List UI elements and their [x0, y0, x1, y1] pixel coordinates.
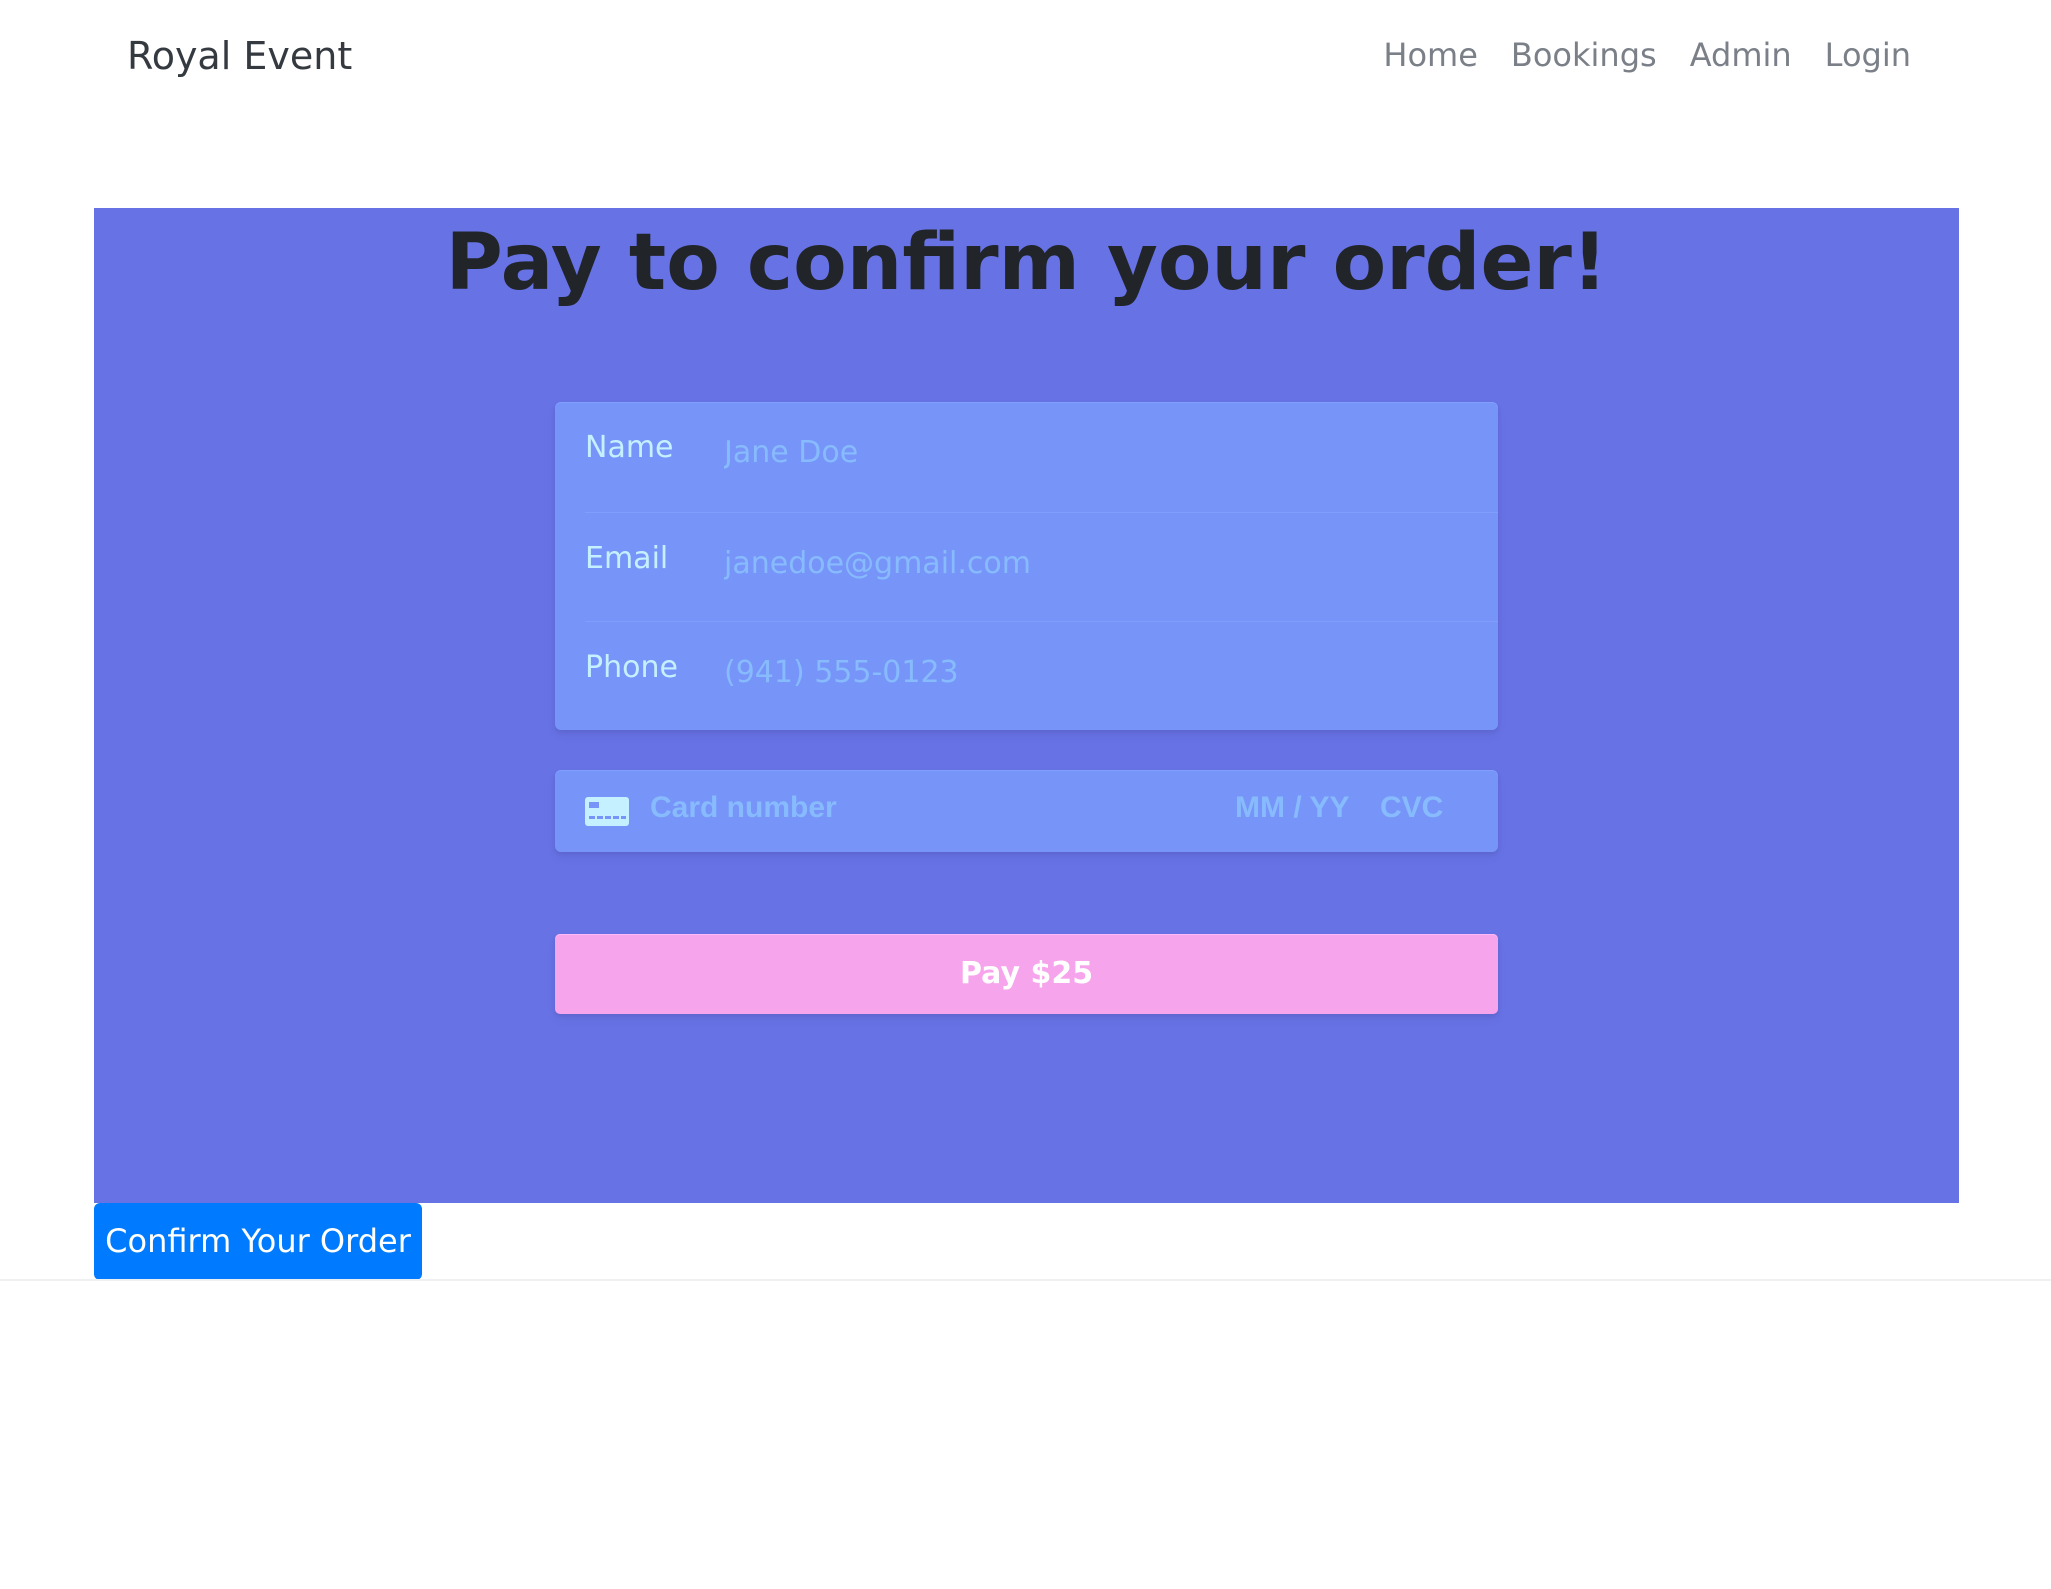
email-input[interactable] [724, 541, 1464, 585]
nav-link-bookings[interactable]: Bookings [1511, 36, 1657, 74]
page-title: Pay to confirm your order! [445, 218, 1608, 308]
nav-link-login[interactable]: Login [1825, 36, 1911, 74]
nav-link-admin[interactable]: Admin [1690, 36, 1792, 74]
email-row: Email [585, 512, 1498, 621]
confirm-order-button[interactable]: Confirm Your Order [94, 1203, 422, 1280]
email-label: Email [585, 541, 669, 576]
footer-divider [0, 1279, 2051, 1281]
brand-link[interactable]: Royal Event [127, 34, 352, 78]
phone-input[interactable] [724, 650, 1464, 694]
phone-row: Phone [585, 621, 1498, 730]
name-input[interactable] [724, 430, 1464, 474]
card-expiry-placeholder[interactable]: MM / YY [1235, 791, 1349, 825]
nav-link-home[interactable]: Home [1383, 36, 1478, 74]
navbar: Royal Event Home Bookings Admin Login [0, 0, 2051, 120]
card-element[interactable]: Card number MM / YY CVC [555, 770, 1498, 852]
name-label: Name [585, 430, 674, 465]
credit-card-icon [585, 797, 629, 826]
nav-links: Home Bookings Admin Login [1383, 36, 1911, 74]
card-number-placeholder[interactable]: Card number [650, 791, 837, 825]
phone-label: Phone [585, 650, 678, 685]
name-row: Name [585, 402, 1498, 511]
card-cvc-placeholder[interactable]: CVC [1380, 791, 1443, 825]
customer-info-fieldset: Name Email Phone [555, 402, 1498, 730]
pay-button[interactable]: Pay $25 [555, 934, 1498, 1014]
payment-panel: Pay to confirm your order! Name Email Ph… [94, 208, 1959, 1203]
